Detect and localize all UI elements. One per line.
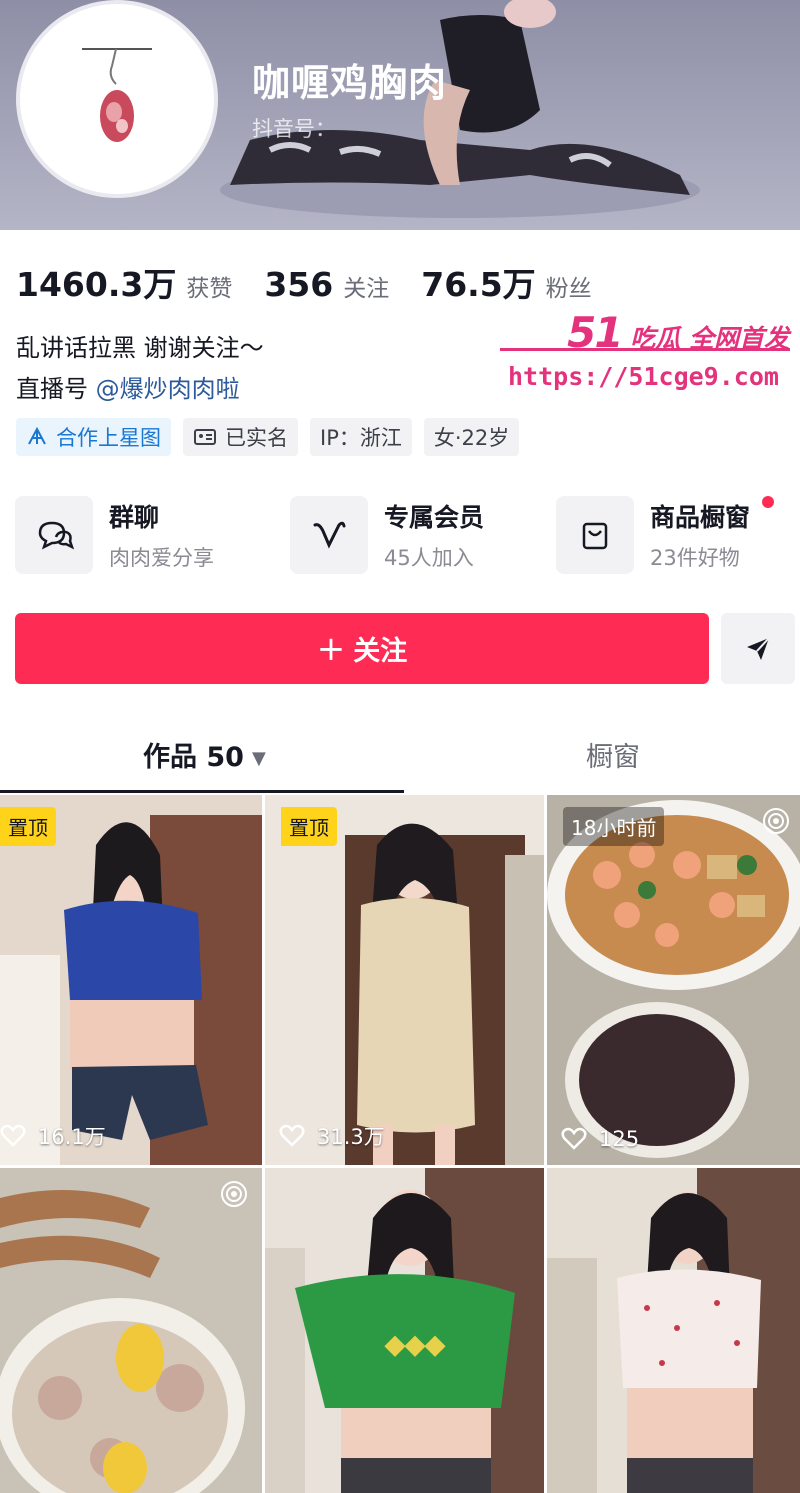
- tab-shop-window[interactable]: 橱窗: [586, 735, 640, 774]
- chat-bubbles-icon: [15, 496, 93, 574]
- post-time-badge: 18小时前: [563, 807, 665, 846]
- watermark-url: https://51cge9.com: [508, 362, 779, 391]
- video-thumbnail[interactable]: [0, 1168, 262, 1493]
- bio-live-prefix: 直播号: [16, 375, 88, 403]
- profile-stats: 1460.3万 获赞 356 关注 76.5万 粉丝: [16, 258, 624, 304]
- feature-title: 专属会员: [384, 503, 485, 532]
- stat-value: 356: [264, 265, 334, 304]
- avatar[interactable]: [16, 0, 218, 198]
- nickname: 咖喱鸡胸肉: [252, 61, 448, 105]
- follow-button[interactable]: + 关注: [15, 613, 709, 684]
- bio-line: 乱讲话拉黑 谢谢关注～: [16, 334, 264, 362]
- profile-tags: 合作上星图 已实名 IP：浙江 女·22岁: [16, 418, 520, 456]
- video-cover-image: [0, 795, 262, 1165]
- stat-following[interactable]: 356 关注: [264, 265, 389, 304]
- stat-label: 粉丝: [545, 276, 592, 302]
- stat-likes[interactable]: 1460.3万 获赞: [16, 258, 232, 306]
- like-count-value: 31.3万: [317, 1125, 385, 1149]
- shopping-bag-icon: [556, 496, 634, 574]
- stat-label: 获赞: [186, 276, 233, 302]
- like-count: 125: [561, 1127, 639, 1151]
- douyin-id-label: 抖音号：: [252, 117, 336, 141]
- like-count-value: 125: [599, 1127, 640, 1151]
- stat-followers[interactable]: 76.5万 粉丝: [421, 258, 591, 306]
- video-thumbnail[interactable]: ◆◆◆: [265, 1168, 544, 1493]
- feature-title: 群聊: [109, 503, 160, 532]
- video-cover-image: ◆◆◆: [265, 1168, 544, 1493]
- video-cover-image: [547, 795, 800, 1165]
- v-membership-icon: [290, 496, 368, 574]
- share-button[interactable]: [721, 613, 795, 684]
- tag-label: 女·22岁: [433, 426, 510, 450]
- tag-label: IP：浙江: [320, 426, 402, 450]
- feature-subtitle: 45人加入: [384, 546, 474, 570]
- pinned-badge: 置顶: [281, 807, 337, 846]
- tag-label: 合作上星图: [56, 426, 161, 450]
- watermark-overlay: 51 吃瓜 全网首发 https://51cge9.com: [500, 300, 795, 410]
- stat-value: 76.5万: [421, 265, 536, 304]
- feature-group-chat[interactable]: 群聊 肉肉爱分享: [15, 496, 214, 574]
- shirt-print: ◆◆◆: [384, 1329, 446, 1359]
- tag-gender-age: 女·22岁: [423, 418, 520, 456]
- tag-ip: IP：浙江: [310, 418, 412, 456]
- bio-live-line: 直播号 @爆炒肉肉啦: [16, 369, 240, 404]
- heart-icon: [561, 1127, 587, 1150]
- feature-shop-window[interactable]: 商品橱窗 23件好物: [556, 496, 750, 574]
- video-thumbnail[interactable]: 18小时前 125: [547, 795, 800, 1165]
- video-thumbnail[interactable]: [547, 1168, 800, 1493]
- stat-label: 关注: [343, 276, 390, 302]
- follow-label: 关注: [353, 636, 408, 667]
- plus-icon: +: [316, 628, 346, 669]
- tag-label: 已实名: [225, 426, 288, 450]
- pinned-badge: 置顶: [0, 807, 56, 846]
- tab-label: 作品 50: [143, 742, 244, 773]
- active-tab-indicator: [0, 790, 404, 793]
- video-cover-image: [265, 795, 544, 1165]
- tag-verified: 已实名: [183, 418, 298, 456]
- video-cover-image: [547, 1168, 800, 1493]
- live-icon: [762, 807, 790, 839]
- heart-icon: [0, 1124, 26, 1147]
- video-thumbnail[interactable]: 置顶 16.1万: [0, 795, 262, 1165]
- send-icon: [747, 636, 770, 660]
- heart-icon: [279, 1124, 305, 1147]
- live-icon: [220, 1180, 248, 1212]
- like-count-value: 16.1万: [38, 1125, 106, 1149]
- id-card-icon: [193, 427, 217, 447]
- live-account-link[interactable]: @爆炒肉肉啦: [96, 375, 240, 403]
- tab-works[interactable]: 作品 50 ▼: [143, 735, 266, 774]
- chevron-down-icon: ▼: [251, 748, 266, 769]
- feature-title: 商品橱窗: [650, 503, 751, 532]
- star-map-icon: [26, 426, 48, 448]
- tag-star-map[interactable]: 合作上星图: [16, 418, 171, 456]
- banner-dancer-image: [220, 0, 700, 218]
- feature-subtitle: 23件好物: [650, 546, 740, 570]
- like-count: 16.1万: [0, 1121, 106, 1151]
- video-cover-image: [0, 1168, 262, 1493]
- stat-value: 1460.3万: [16, 265, 177, 304]
- video-thumbnail[interactable]: 置顶 31.3万: [265, 795, 544, 1165]
- avatar-meat-image: [82, 48, 152, 142]
- notification-dot: [762, 496, 774, 508]
- like-count: 31.3万: [279, 1121, 385, 1151]
- feature-membership[interactable]: 专属会员 45人加入: [290, 496, 484, 574]
- tab-label: 橱窗: [586, 742, 640, 773]
- feature-subtitle: 肉肉爱分享: [109, 546, 214, 570]
- watermark-line: [500, 348, 790, 351]
